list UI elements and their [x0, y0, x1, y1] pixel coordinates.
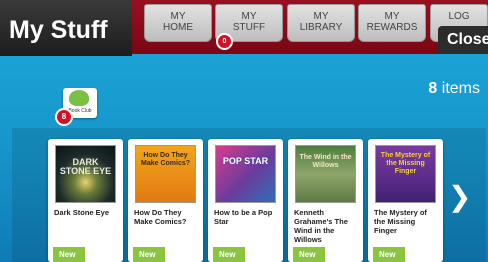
book-cover: The Mystery of the Missing Finger [375, 145, 436, 203]
new-badge: New [53, 247, 85, 262]
chevron-right-icon[interactable]: ❯ [448, 183, 471, 211]
book-cover: How Do They Make Comics? [135, 145, 196, 203]
book-cover: POP STAR [215, 145, 276, 203]
book-cover: DARK STONE EYE [55, 145, 116, 203]
tab-label: MY [313, 11, 329, 22]
book-title: How to be a Pop Star [214, 208, 273, 226]
book-title: Kenneth Grahame's The Wind in the Willow… [294, 208, 348, 244]
book-card[interactable]: How Do They Make Comics? How Do They Mak… [128, 139, 203, 262]
close-button[interactable]: Close [438, 26, 488, 54]
cover-title: DARK STONE EYE [59, 157, 112, 176]
tab-my-home[interactable]: MY HOME [144, 4, 212, 42]
new-badge: New [293, 247, 325, 262]
tab-my-library[interactable]: MY LIBRARY [287, 4, 355, 42]
cover-title: POP STAR [222, 156, 269, 166]
item-count-suffix: items [441, 80, 480, 97]
notification-badge: 0 [216, 33, 233, 50]
tab-label: REWARDS [366, 22, 418, 33]
book-title: The Mystery of the Missing Finger [374, 208, 427, 235]
book-card[interactable]: POP STAR How to be a Pop Star New [208, 139, 283, 262]
book-card[interactable]: The Wind in the Willows Kenneth Grahame'… [288, 139, 363, 262]
new-badge: New [133, 247, 165, 262]
cover-title: The Mystery of the Missing Finger [380, 152, 431, 175]
tab-label: LIBRARY [299, 22, 343, 33]
cover-title: The Wind in the Willows [299, 154, 352, 169]
tab-label: MY [384, 11, 400, 22]
book-title: How Do They Make Comics? [134, 208, 187, 226]
item-count: 8 items [428, 80, 480, 98]
tab-label: MY [241, 11, 257, 22]
page-title: My Stuff [0, 0, 132, 56]
book-card[interactable]: DARK STONE EYE Dark Stone Eye New [48, 139, 123, 262]
book-club-button[interactable]: Book Club 8 [55, 88, 97, 126]
book-card[interactable]: The Mystery of the Missing Finger The My… [368, 139, 443, 262]
tab-label: STUFF [232, 22, 266, 33]
book-title: Dark Stone Eye [54, 208, 110, 217]
book-cover: The Wind in the Willows [295, 145, 356, 203]
book-club-badge: 8 [55, 108, 73, 126]
tab-label: LOG [448, 11, 470, 22]
tab-label: HOME [163, 22, 193, 33]
tab-my-rewards[interactable]: MY REWARDS [358, 4, 426, 42]
tab-label: MY [170, 11, 186, 22]
new-badge: New [373, 247, 405, 262]
cover-title: How Do They Make Comics? [140, 152, 191, 167]
new-badge: New [213, 247, 245, 262]
item-count-number: 8 [428, 80, 438, 97]
bug-mascot-icon [69, 90, 89, 106]
